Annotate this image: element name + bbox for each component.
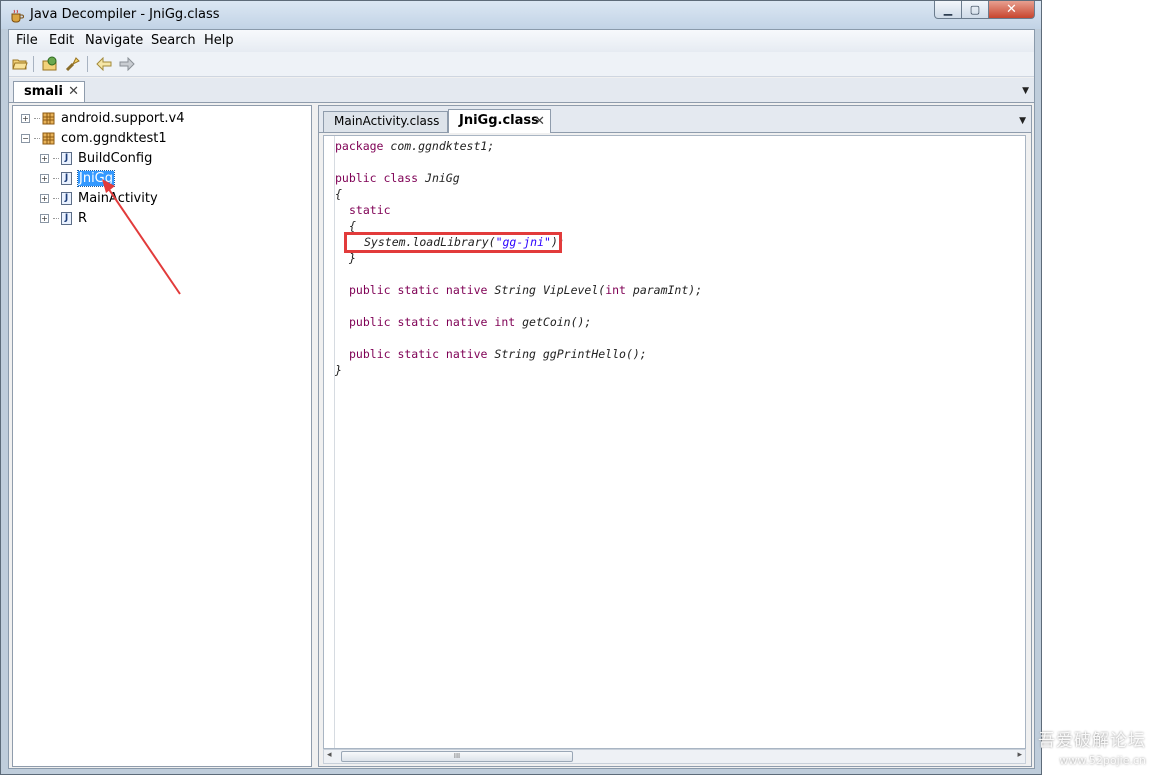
- forward-button[interactable]: [118, 55, 136, 73]
- tree-item[interactable]: + J R: [40, 209, 87, 227]
- collapse-icon[interactable]: −: [21, 133, 30, 143]
- menu-file[interactable]: File: [16, 33, 38, 48]
- expand-icon[interactable]: +: [40, 173, 49, 183]
- java-class-icon: J: [61, 191, 72, 205]
- close-tab-icon[interactable]: ✕: [68, 82, 79, 101]
- close-window-button[interactable]: ✕: [989, 1, 1035, 19]
- tree-item[interactable]: + J JniGg: [40, 169, 116, 187]
- code-line: public static native String ggPrintHello…: [349, 347, 647, 361]
- folder-open-icon: [12, 59, 28, 70]
- maximize-icon: ▢: [969, 3, 981, 16]
- expand-icon[interactable]: +: [40, 153, 49, 163]
- window-title: Java Decompiler - JniGg.class: [30, 7, 220, 22]
- menu-help[interactable]: Help: [204, 33, 234, 48]
- package-icon: [42, 132, 55, 144]
- tree-item[interactable]: + J BuildConfig: [40, 149, 152, 167]
- tree-item-label: BuildConfig: [78, 150, 153, 166]
- tab-smali-label: smali: [24, 84, 63, 99]
- code-line: public static native int getCoin();: [349, 315, 592, 329]
- tree-item-label: R: [78, 210, 88, 226]
- menu-search[interactable]: Search: [151, 33, 196, 48]
- tab-label: JniGg.class: [459, 113, 539, 128]
- java-class-icon: J: [61, 151, 72, 165]
- open-type-icon: [42, 56, 57, 71]
- scroll-left-icon[interactable]: ◂: [327, 750, 332, 760]
- file-tab-bar: smali ✕ ▼: [9, 78, 1034, 103]
- open-type-button[interactable]: [41, 55, 59, 73]
- java-class-icon: J: [61, 211, 72, 225]
- close-tab-icon[interactable]: ✕: [534, 111, 545, 133]
- minimize-button[interactable]: ▁: [934, 1, 962, 19]
- annotation-highlight-box: [344, 232, 562, 253]
- menu-navigate[interactable]: Navigate: [85, 33, 143, 48]
- tab-list-dropdown-icon[interactable]: ▼: [1019, 116, 1026, 126]
- code-line: package com.ggndktest1;: [335, 139, 495, 153]
- tab-label: MainActivity.class: [334, 114, 440, 128]
- code-line: public class JniGg: [335, 171, 460, 185]
- arrow-left-icon: [96, 57, 112, 71]
- tree-item-label: android.support.v4: [61, 110, 185, 126]
- horizontal-scrollbar[interactable]: ◂ III ▸: [323, 749, 1026, 764]
- watermark-text: 吾爱破解论坛: [1038, 731, 1146, 751]
- app-window: Java Decompiler - JniGg.class ▁ ▢ ✕ File…: [0, 0, 1042, 775]
- flashlight-icon: [65, 57, 80, 72]
- expand-icon[interactable]: +: [40, 213, 49, 223]
- coffee-cup-icon: [11, 9, 24, 23]
- tab-list-dropdown-icon[interactable]: ▼: [1022, 86, 1029, 96]
- tree-item[interactable]: + J MainActivity: [40, 189, 158, 207]
- scrollbar-thumb[interactable]: III: [341, 751, 573, 762]
- scroll-right-icon[interactable]: ▸: [1017, 750, 1022, 760]
- tab-mainactivity[interactable]: MainActivity.class: [323, 111, 448, 132]
- maximize-button[interactable]: ▢: [962, 1, 989, 19]
- toolbar: [9, 52, 1034, 77]
- expand-icon[interactable]: +: [40, 193, 49, 203]
- gutter: [324, 136, 335, 748]
- arrow-right-icon: [119, 57, 135, 71]
- tab-jnigg[interactable]: JniGg.class ✕: [448, 109, 551, 133]
- editor-panel: MainActivity.class JniGg.class ✕ ▼ packa…: [318, 105, 1032, 767]
- tree-item-label-selected: JniGg: [76, 169, 116, 187]
- back-button[interactable]: [95, 55, 113, 73]
- tree-item-label: MainActivity: [78, 190, 158, 206]
- tree-item-label: com.ggndktest1: [61, 130, 167, 146]
- search-button[interactable]: [64, 55, 82, 73]
- code-line: {: [335, 187, 342, 201]
- package-icon: [42, 112, 55, 124]
- menu-edit[interactable]: Edit: [49, 33, 74, 48]
- tree-item[interactable]: + android.support.v4: [21, 109, 184, 127]
- watermark-url: www.52pojie.cn: [1059, 754, 1146, 767]
- code-line: public static native String VipLevel(int…: [349, 283, 703, 297]
- tab-smali[interactable]: smali ✕: [13, 81, 85, 102]
- code-line: }: [335, 363, 342, 377]
- java-class-icon: J: [61, 171, 72, 185]
- code-view[interactable]: package com.ggndktest1; public class Jni…: [323, 135, 1026, 749]
- editor-tab-bar: MainActivity.class JniGg.class ✕ ▼: [319, 106, 1031, 133]
- minimize-icon: ▁: [943, 3, 953, 16]
- close-icon: ✕: [1006, 2, 1017, 17]
- code-line: static: [349, 203, 391, 217]
- title-bar[interactable]: Java Decompiler - JniGg.class ▁ ▢ ✕: [1, 1, 1041, 29]
- tree-item[interactable]: − com.ggndktest1: [21, 129, 167, 147]
- client-area: File Edit Navigate Search Help smali ✕ ▼…: [8, 29, 1035, 769]
- menu-bar: File Edit Navigate Search Help: [9, 30, 1034, 53]
- open-file-button[interactable]: [11, 55, 29, 73]
- expand-icon[interactable]: +: [21, 113, 30, 123]
- package-tree: + android.support.v4 − com.ggndktest1 +: [12, 105, 312, 767]
